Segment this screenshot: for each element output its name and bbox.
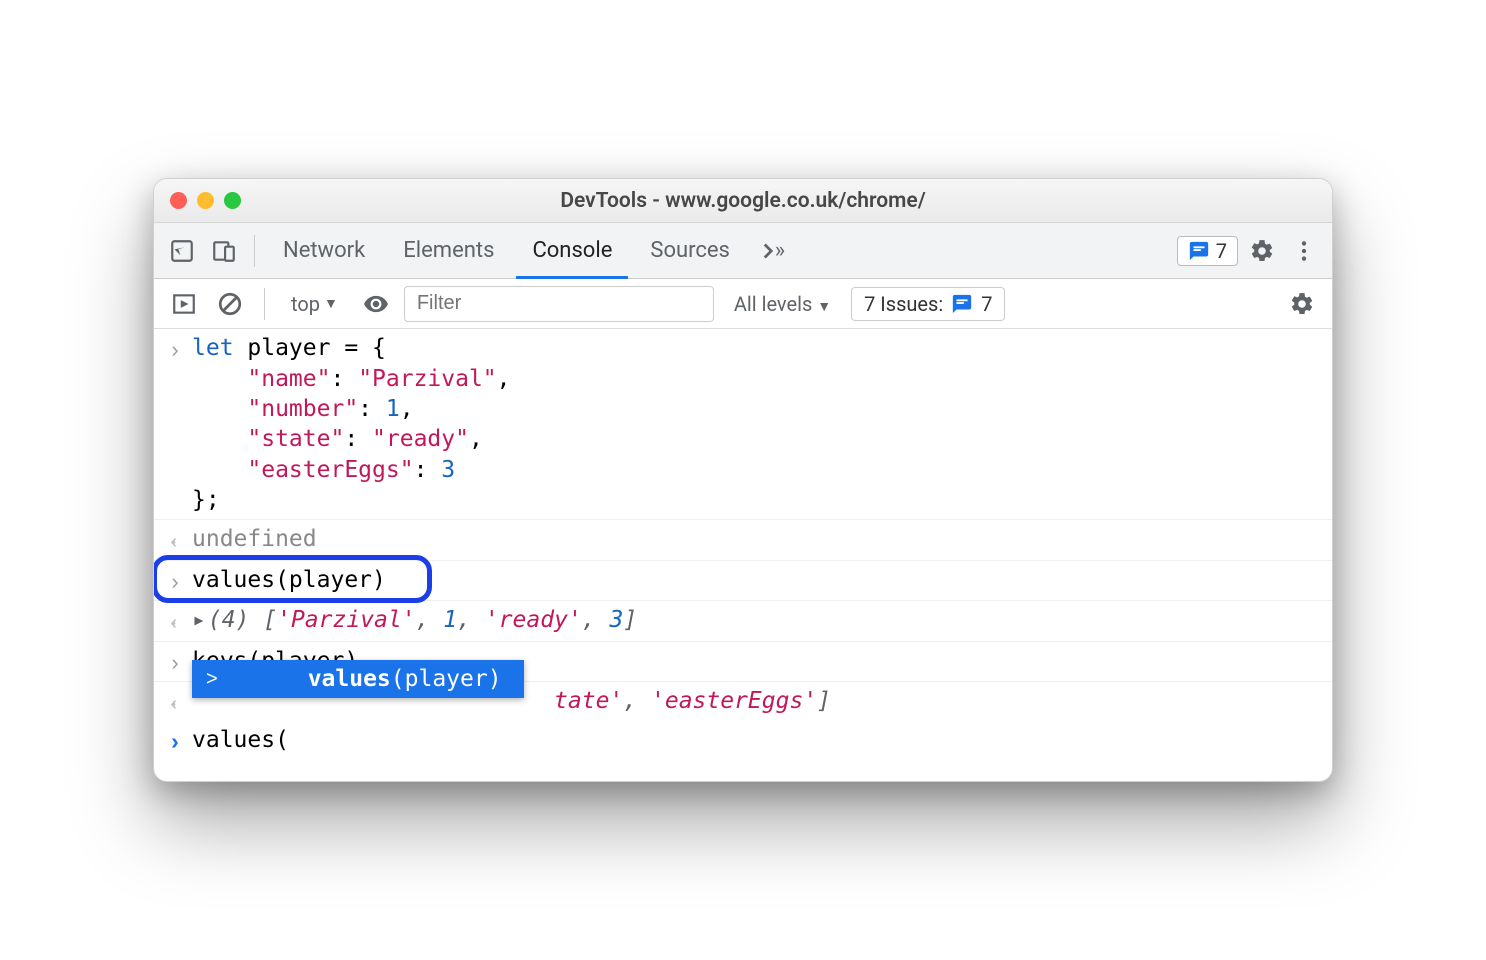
device-toolbar-icon[interactable] xyxy=(206,233,242,269)
console-output-row[interactable]: ▸(4) ['name', 'number', 'state', 'easter… xyxy=(154,682,1332,721)
dropdown-triangle-icon: ▼ xyxy=(817,299,831,315)
clear-console-icon[interactable] xyxy=(212,286,248,322)
console-toolbar: top ▼ All levels ▼ 7 Issues: 7 xyxy=(154,279,1332,329)
divider xyxy=(254,235,255,267)
context-label: top xyxy=(291,292,320,316)
traffic-lights xyxy=(170,192,241,209)
tab-elements[interactable]: Elements xyxy=(387,223,510,279)
values-call: values(player) xyxy=(192,565,386,596)
divider xyxy=(264,288,265,320)
main-tabs-bar: Network Elements Console Sources » 7 xyxy=(154,223,1332,279)
fullscreen-window-button[interactable] xyxy=(224,192,241,209)
issues-button[interactable]: 7 Issues: 7 xyxy=(851,287,1005,321)
kebab-menu-icon[interactable] xyxy=(1286,233,1322,269)
tab-sources[interactable]: Sources xyxy=(634,223,746,279)
output-marker-icon xyxy=(158,524,192,555)
input-marker-icon xyxy=(158,333,192,515)
title-bar: DevTools - www.google.co.uk/chrome/ xyxy=(154,179,1332,223)
history-chevron-icon: > xyxy=(206,666,218,692)
console-output-row[interactable]: ▸(4) ['Parzival', 1, 'ready', 3] xyxy=(154,601,1332,641)
console-prompt-row[interactable]: values( xyxy=(154,721,1332,760)
filter-field[interactable] xyxy=(417,292,701,315)
live-expression-eye-icon[interactable] xyxy=(358,286,394,322)
autocomplete-suggestion: values(player) xyxy=(308,664,502,694)
console-input[interactable]: values( xyxy=(192,725,289,756)
inspect-element-icon[interactable] xyxy=(164,233,200,269)
input-marker-icon xyxy=(158,646,192,677)
console-output-row: undefined xyxy=(154,520,1332,560)
undefined-output: undefined xyxy=(192,524,317,555)
console-settings-gear-icon[interactable] xyxy=(1284,286,1320,322)
context-selector[interactable]: top ▼ xyxy=(281,288,348,320)
tab-console[interactable]: Console xyxy=(516,223,628,279)
expand-triangle-icon[interactable]: ▸ xyxy=(192,605,206,635)
output-marker-icon xyxy=(158,605,192,636)
minimize-window-button[interactable] xyxy=(197,192,214,209)
close-window-button[interactable] xyxy=(170,192,187,209)
messages-count: 7 xyxy=(1216,239,1227,263)
dropdown-triangle-icon: ▼ xyxy=(324,295,338,312)
tab-network[interactable]: Network xyxy=(267,223,381,279)
issues-label: 7 Issues: xyxy=(864,292,943,316)
filter-input[interactable] xyxy=(404,286,714,322)
window-title: DevTools - www.google.co.uk/chrome/ xyxy=(154,189,1332,213)
autocomplete-popup[interactable]: > values(player) xyxy=(192,660,524,698)
code-block: let player = { "name": "Parzival", "numb… xyxy=(192,333,511,515)
prompt-marker-icon xyxy=(158,725,192,756)
more-tabs-icon[interactable]: » xyxy=(752,233,788,269)
settings-gear-icon[interactable] xyxy=(1244,233,1280,269)
devtools-window: DevTools - www.google.co.uk/chrome/ Netw… xyxy=(153,178,1333,781)
input-marker-icon xyxy=(158,565,192,596)
sidebar-toggle-icon[interactable] xyxy=(166,286,202,322)
console-body: let player = { "name": "Parzival", "numb… xyxy=(154,329,1332,780)
array-output: ▸(4) ['Parzival', 1, 'ready', 3] xyxy=(192,605,637,636)
log-levels-selector[interactable]: All levels ▼ xyxy=(724,292,841,316)
console-input-row[interactable]: let player = { "name": "Parzival", "numb… xyxy=(154,329,1332,520)
issues-count: 7 xyxy=(981,292,992,316)
console-input-row[interactable]: values(player) xyxy=(154,561,1332,601)
output-marker-icon xyxy=(158,686,192,717)
messages-badge[interactable]: 7 xyxy=(1177,236,1238,266)
